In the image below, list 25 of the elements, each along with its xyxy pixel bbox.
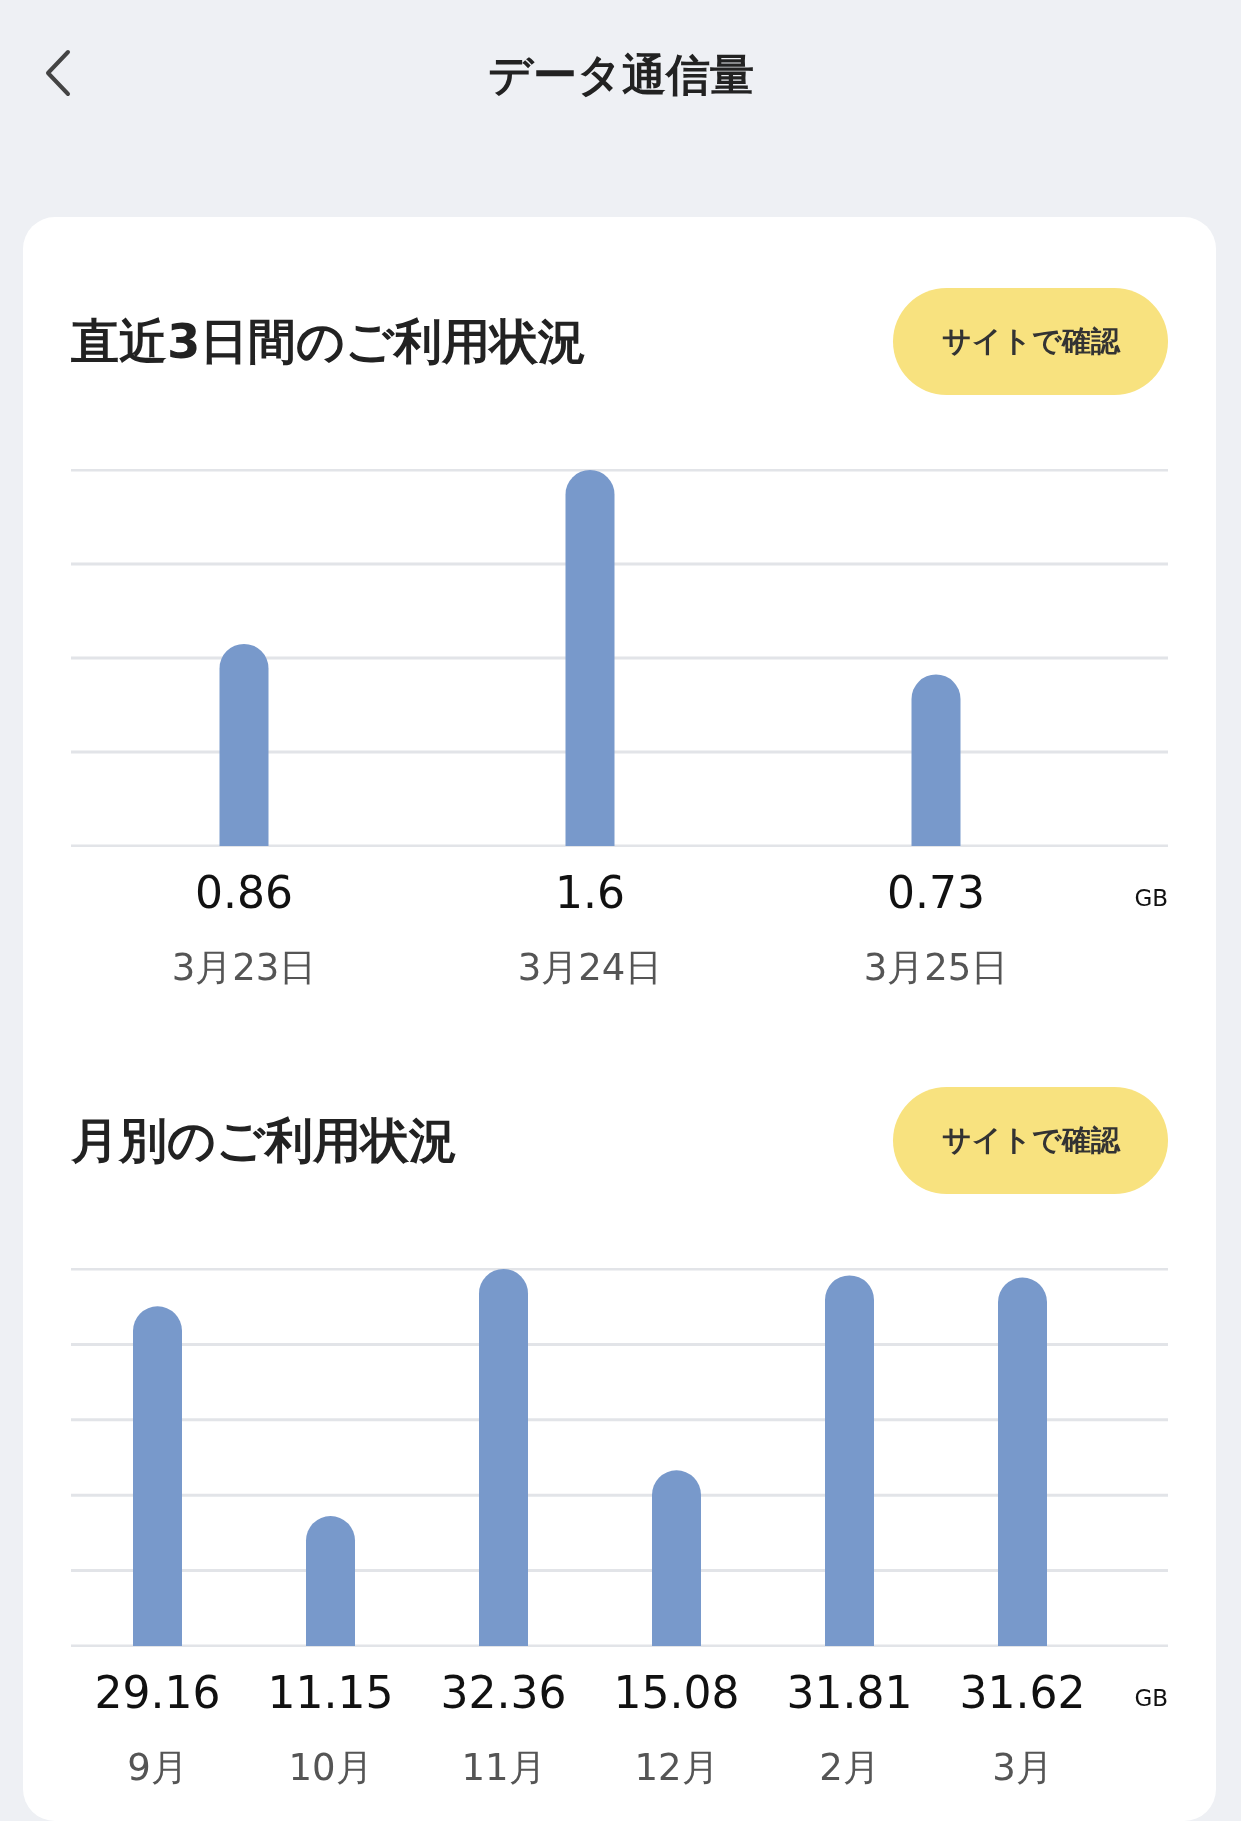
data-value: 32.36 <box>440 1667 567 1718</box>
data-value: 1.6 <box>555 867 625 918</box>
category-label: 10月 <box>288 1746 373 1789</box>
category-label: 3月 <box>992 1746 1053 1789</box>
section-title: 直近3日間のご利用状況 <box>71 312 587 371</box>
data-value: 15.08 <box>613 1667 740 1718</box>
category-label: 2月 <box>819 1746 880 1789</box>
category-label: 9月 <box>127 1746 188 1789</box>
view-on-site-button[interactable]: サイトで確認 <box>893 288 1168 395</box>
unit-label: GB <box>1134 884 1168 911</box>
data-value: 0.86 <box>195 867 293 918</box>
category-label: 12月 <box>634 1746 719 1789</box>
category-label: 11月 <box>461 1746 546 1789</box>
data-value: 11.15 <box>267 1667 394 1718</box>
screen-title: データ通信量 <box>487 53 754 97</box>
category-label: 3月23日 <box>171 946 317 989</box>
view-on-site-button[interactable]: サイトで確認 <box>893 1087 1168 1194</box>
category-label: 3月24日 <box>517 946 663 989</box>
unit-label: GB <box>1134 1684 1168 1711</box>
data-value: 29.16 <box>94 1667 221 1718</box>
section-title: 月別のご利用状況 <box>71 1111 457 1170</box>
data-value: 31.81 <box>786 1667 913 1718</box>
data-value: 31.62 <box>959 1667 1086 1718</box>
category-label: 3月25日 <box>863 946 1009 989</box>
data-value: 0.73 <box>887 867 985 918</box>
